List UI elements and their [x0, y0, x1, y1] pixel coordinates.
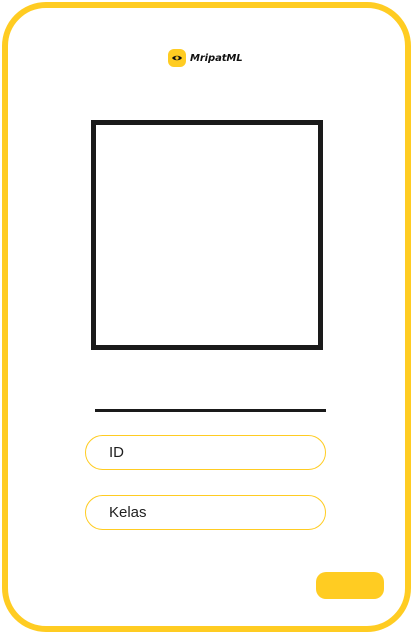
submit-button[interactable] [316, 572, 384, 599]
eye-logo-icon [168, 49, 186, 67]
id-field-label: ID [109, 444, 124, 461]
name-underline [95, 409, 326, 412]
brand-name: MripatML [190, 52, 243, 64]
kelas-field[interactable]: Kelas [85, 495, 326, 530]
photo-frame[interactable] [91, 120, 323, 350]
brand-header: MripatML [168, 49, 243, 67]
id-field[interactable]: ID [85, 435, 326, 470]
kelas-field-label: Kelas [109, 504, 147, 521]
